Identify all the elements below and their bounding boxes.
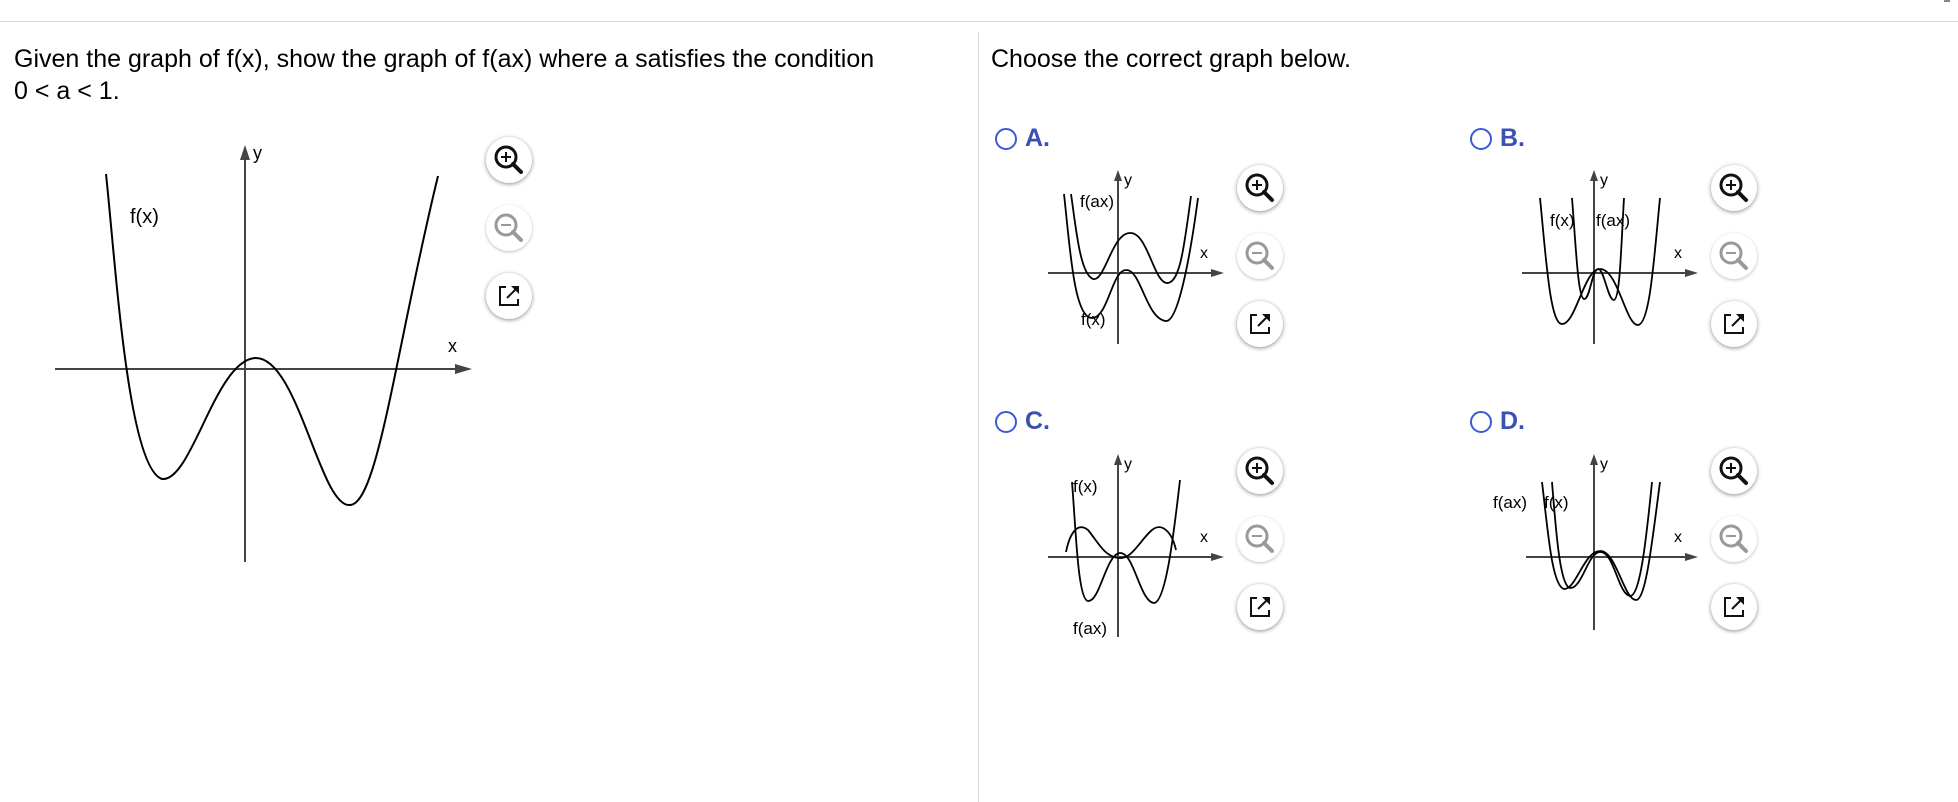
- zoom-out-icon: [1719, 241, 1748, 270]
- option-b-zoom-in-button[interactable]: [1711, 165, 1757, 211]
- open-new-window-icon: [499, 286, 519, 306]
- x-axis-label: x: [1674, 245, 1682, 262]
- prompt-text: Choose the correct graph below.: [991, 45, 1351, 73]
- x-axis-arrow: [1685, 553, 1698, 561]
- y-axis-label: y: [1600, 172, 1608, 189]
- option-b-curve-label-2: f(ax): [1596, 211, 1630, 230]
- option-a-curve-label-2: f(x): [1081, 310, 1106, 329]
- option-a-curve-label-1: f(ax): [1080, 192, 1114, 211]
- zoom-in-icon: [1719, 456, 1748, 485]
- option-d-zoom-out-button[interactable]: [1711, 516, 1757, 562]
- x-axis-arrow: [1211, 269, 1224, 277]
- option-c-zoom-out-button[interactable]: [1237, 516, 1283, 562]
- x-axis-label: x: [448, 336, 457, 356]
- option-letter: C.: [1025, 407, 1050, 435]
- fx-label: f(x): [130, 206, 159, 228]
- y-axis-arrow: [1114, 170, 1122, 181]
- option-d-curve-label-1: f(ax): [1493, 493, 1527, 512]
- open-graph-button[interactable]: [486, 273, 532, 319]
- option-a-graph: y x f(ax) f(x): [1048, 170, 1224, 344]
- option-c-curve-label-2: f(ax): [1073, 619, 1107, 638]
- open-new-window-icon: [1724, 597, 1744, 617]
- question-line-1: Given the graph of f(x), show the graph …: [14, 45, 875, 73]
- open-new-window-icon: [1250, 314, 1270, 334]
- question-text: Given the graph of f(x), show the graph …: [14, 43, 954, 107]
- zoom-in-icon: [494, 145, 523, 174]
- option-b-open-graph-button[interactable]: [1711, 301, 1757, 347]
- x-axis-label: x: [1200, 245, 1208, 262]
- x-axis-arrow: [1211, 553, 1224, 561]
- option-c-curve-label-1: f(x): [1073, 477, 1098, 496]
- main-graph[interactable]: y x f(x): [50, 138, 480, 568]
- option-b-radio[interactable]: B.: [1470, 124, 1525, 153]
- option-letter: A.: [1025, 124, 1050, 152]
- y-axis-label: y: [1124, 172, 1132, 189]
- y-axis-label: y: [253, 143, 262, 163]
- open-new-window-icon: [1250, 597, 1270, 617]
- x-axis-arrow: [1685, 269, 1698, 277]
- radio-button[interactable]: [1470, 410, 1492, 433]
- option-c-graph: y x f(x) f(ax): [1048, 454, 1224, 638]
- option-d-zoom-in-button[interactable]: [1711, 448, 1757, 494]
- option-d-curve-label-2: f(x): [1544, 493, 1569, 512]
- option-d-radio[interactable]: D.: [1470, 407, 1525, 436]
- top-border: [0, 21, 1958, 22]
- panel-divider: [978, 32, 979, 802]
- zoom-out-icon: [1719, 524, 1748, 553]
- corner-mark: [1944, 0, 1950, 2]
- y-axis-arrow: [1590, 454, 1598, 465]
- zoom-in-icon: [1719, 173, 1748, 202]
- zoom-in-icon: [1245, 456, 1274, 485]
- option-b-zoom-out-button[interactable]: [1711, 233, 1757, 279]
- option-a-open-graph-button[interactable]: [1237, 301, 1283, 347]
- radio-button[interactable]: [995, 410, 1017, 433]
- zoom-in-icon: [1245, 173, 1274, 202]
- radio-button[interactable]: [995, 127, 1017, 150]
- option-b-graph: y x f(x) f(ax): [1522, 170, 1698, 344]
- zoom-out-button[interactable]: [486, 205, 532, 251]
- zoom-out-icon: [1245, 524, 1274, 553]
- fx-curve: [1071, 479, 1181, 604]
- zoom-in-button[interactable]: [486, 137, 532, 183]
- option-a-zoom-in-button[interactable]: [1237, 165, 1283, 211]
- y-axis-label: y: [1124, 456, 1132, 473]
- y-axis-arrow: [240, 145, 250, 160]
- option-letter: D.: [1500, 407, 1525, 435]
- x-axis-label: x: [1200, 529, 1208, 546]
- radio-button[interactable]: [1470, 127, 1492, 150]
- y-axis-arrow: [1590, 170, 1598, 181]
- y-axis-label: y: [1600, 456, 1608, 473]
- zoom-out-icon: [494, 213, 523, 242]
- option-b-curve-label-1: f(x): [1550, 211, 1575, 230]
- option-a-zoom-out-button[interactable]: [1237, 233, 1283, 279]
- y-axis-arrow: [1114, 454, 1122, 465]
- option-d-graph: y x f(ax) f(x): [1493, 454, 1698, 630]
- option-c-open-graph-button[interactable]: [1237, 584, 1283, 630]
- option-a-radio[interactable]: A.: [995, 124, 1050, 153]
- option-letter: B.: [1500, 124, 1525, 152]
- open-new-window-icon: [1724, 314, 1744, 334]
- question-line-2: 0 < a < 1.: [14, 77, 120, 105]
- x-axis-label: x: [1674, 529, 1682, 546]
- option-d-open-graph-button[interactable]: [1711, 584, 1757, 630]
- fax-curve: [1063, 193, 1199, 322]
- option-c-radio[interactable]: C.: [995, 407, 1050, 436]
- zoom-out-icon: [1245, 241, 1274, 270]
- option-c-zoom-in-button[interactable]: [1237, 448, 1283, 494]
